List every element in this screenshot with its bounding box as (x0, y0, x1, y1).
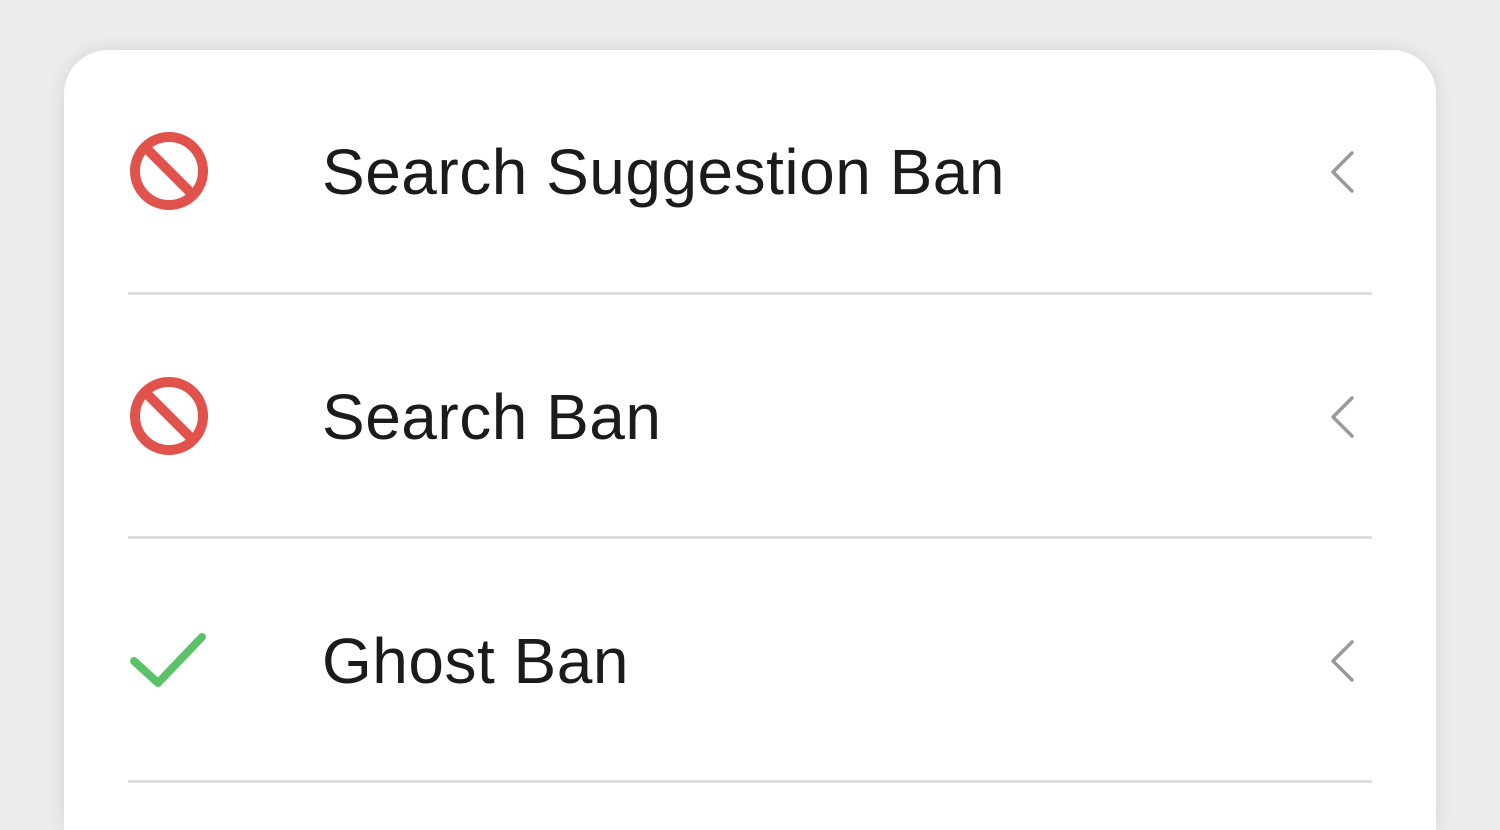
chevron-left-icon[interactable] (1328, 150, 1358, 194)
list-item-search-suggestion-ban[interactable]: Search Suggestion Ban (128, 50, 1372, 294)
item-label: Search Ban (322, 381, 662, 453)
divider (128, 780, 1372, 783)
list-item-search-ban[interactable]: Search Ban (128, 295, 1372, 539)
prohibited-icon (130, 132, 208, 210)
chevron-left-icon[interactable] (1328, 639, 1358, 683)
item-label: Ghost Ban (322, 625, 629, 697)
ban-status-card: Search Suggestion Ban Search Ban Ghost B… (64, 50, 1436, 830)
checkmark-icon (130, 633, 206, 687)
item-label: Search Suggestion Ban (322, 136, 1005, 208)
list-item-ghost-ban[interactable]: Ghost Ban (128, 539, 1372, 783)
prohibited-icon (130, 377, 208, 455)
chevron-left-icon[interactable] (1328, 395, 1358, 439)
